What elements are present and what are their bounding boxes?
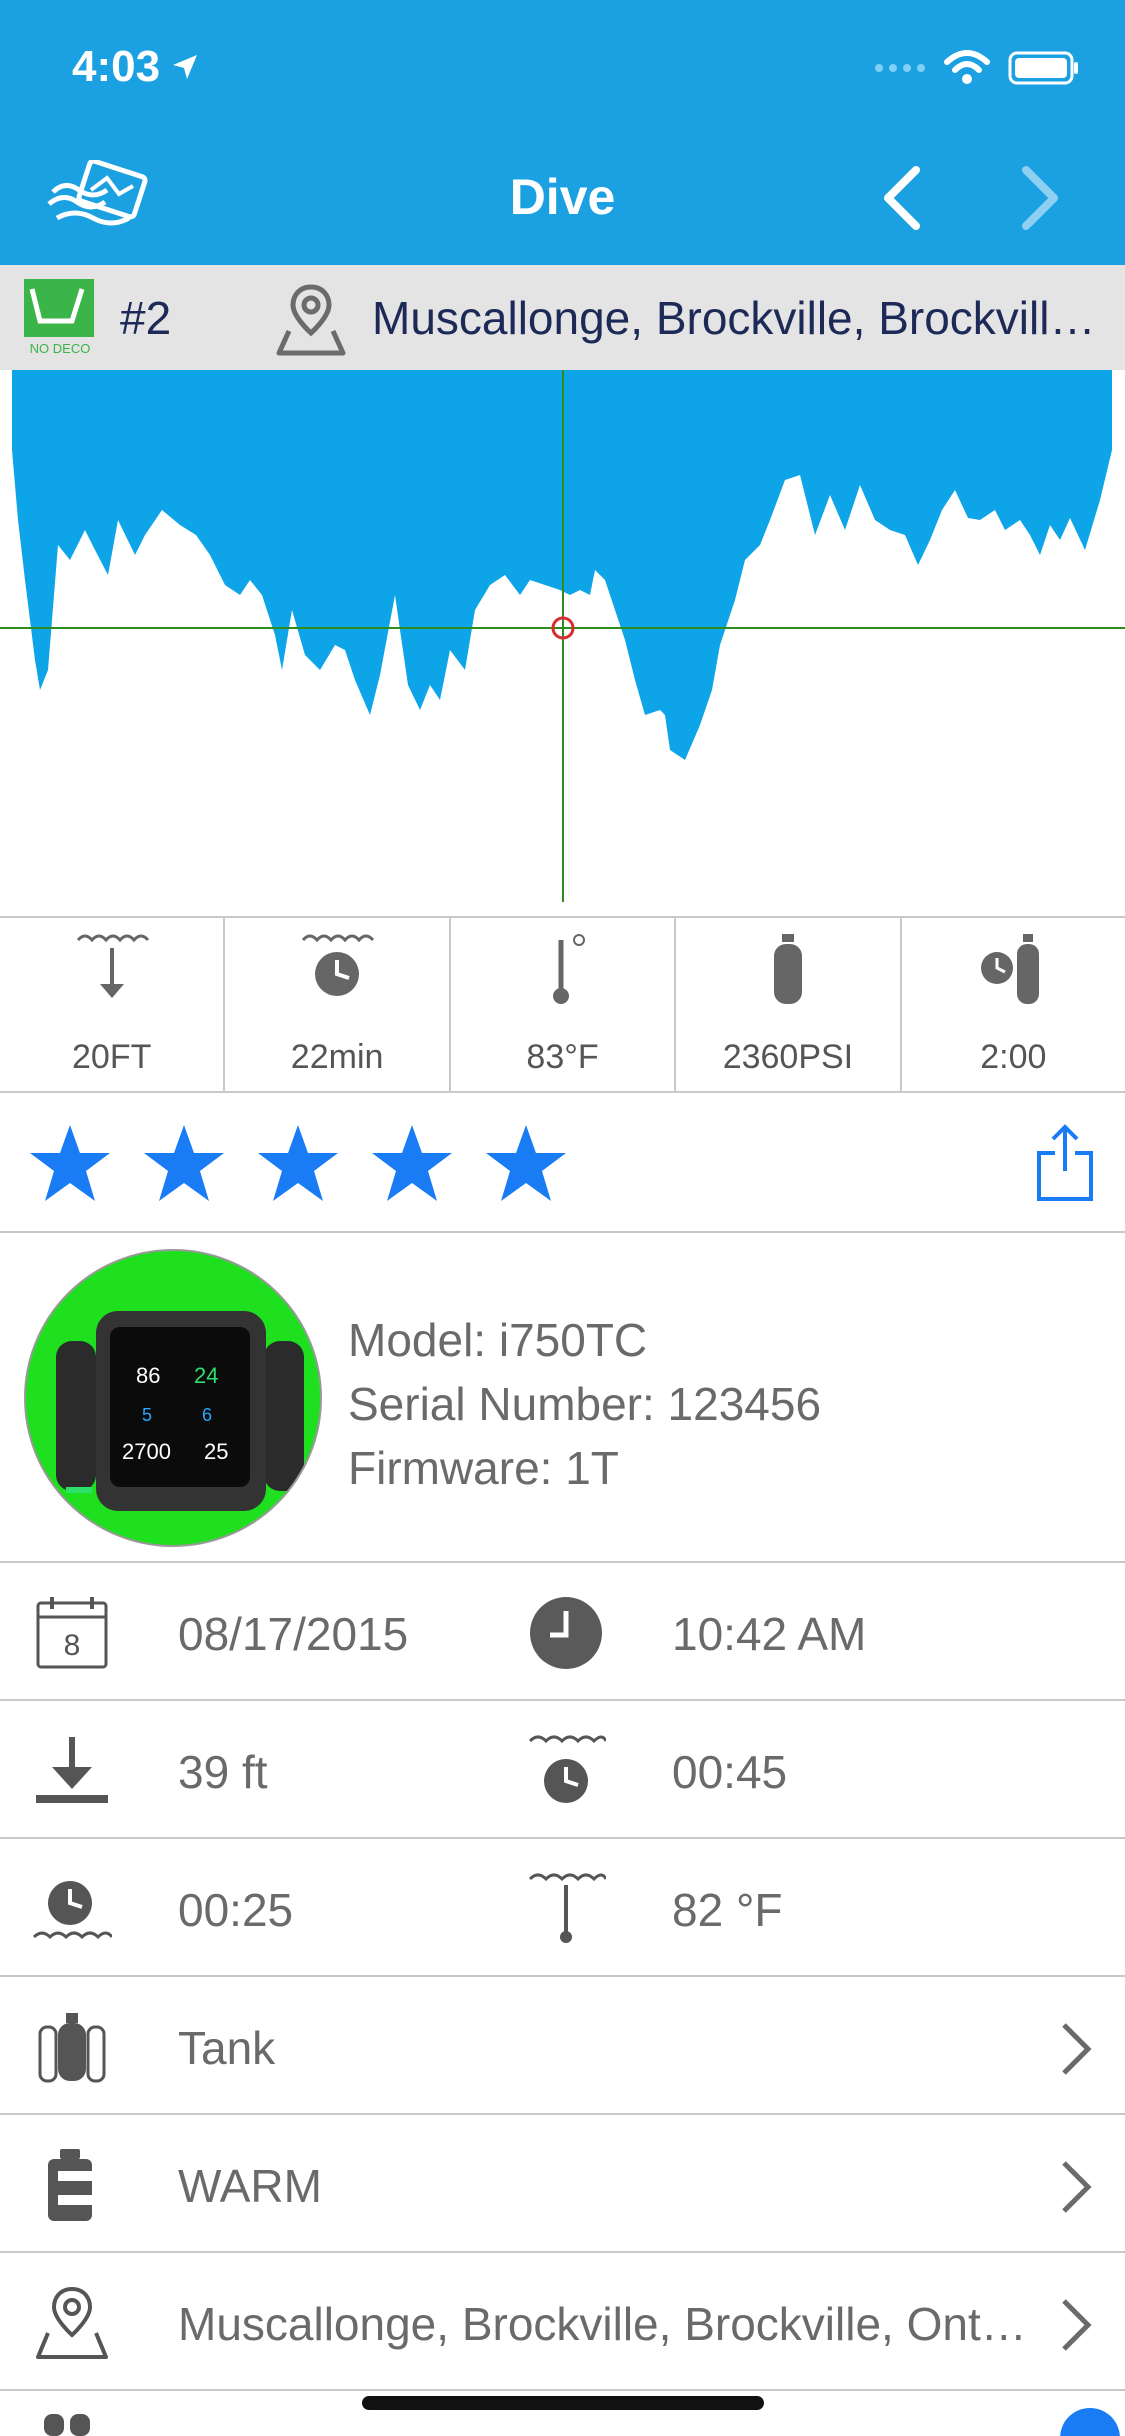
- rating-row: [0, 1093, 1125, 1233]
- stat-dive-time: 22min: [225, 918, 451, 1091]
- surface-temp-row: 00:25 82 °F: [0, 1839, 1125, 1977]
- home-indicator[interactable]: [362, 2396, 764, 2410]
- app-header: 4:03 Dive: [0, 0, 1125, 265]
- dive-time-icon: [301, 934, 375, 996]
- location-arrow-icon: [173, 55, 198, 79]
- stat-temperature: 83°F: [451, 918, 677, 1091]
- dive-date: 08/17/2015: [178, 1608, 409, 1660]
- surface-interval-value: 00:25: [178, 1884, 294, 1936]
- wifi-icon: [944, 50, 990, 84]
- no-deco-label: NO DECO: [30, 341, 91, 356]
- dive-stats-row: 20FT 22min 83°F 2360PSI 2:00: [0, 916, 1125, 1093]
- location-pin-icon: [276, 284, 346, 356]
- dive-computer-card[interactable]: 86 24 5 6 2700 25 Model: i750TC Serial N…: [0, 1233, 1125, 1563]
- exposure-row[interactable]: WARM: [0, 2115, 1125, 2253]
- stat-max-depth-value: 20FT: [72, 1038, 152, 1076]
- tank-pressure-icon: [773, 934, 802, 1004]
- stat-tank-pressure-value: 2360PSI: [722, 1038, 854, 1076]
- date-time-row: 8 08/17/2015 10:42 AM: [0, 1563, 1125, 1701]
- signal-icon: [875, 64, 925, 72]
- depth-bottom-time-row: 39 ft 00:45: [0, 1701, 1125, 1839]
- svg-text:2700: 2700: [122, 1439, 171, 1464]
- buddies-icon: [44, 2414, 90, 2436]
- star-rating[interactable]: [28, 1123, 568, 1203]
- dive-computer-image: 86 24 5 6 2700 25: [56, 1311, 304, 1511]
- status-time: 4:03: [72, 42, 200, 92]
- svg-text:6: 6: [202, 1405, 212, 1425]
- bottom-time-value: 00:45: [672, 1746, 788, 1798]
- surface-interval-icon: [32, 1881, 112, 1940]
- page-title: Dive: [509, 169, 616, 225]
- stat-air-time: 2:00: [902, 918, 1125, 1091]
- no-deco-icon: NO DECO: [24, 279, 94, 356]
- next-dive-chevron-icon[interactable]: [1010, 162, 1070, 234]
- svg-text:25: 25: [204, 1439, 228, 1464]
- floating-action-button[interactable]: [1060, 2404, 1120, 2436]
- device-avatar: 86 24 5 6 2700 25: [24, 1249, 322, 1547]
- svg-text:5: 5: [142, 1405, 152, 1425]
- air-time-icon: [981, 934, 1040, 1004]
- star-icon[interactable]: [484, 1123, 568, 1203]
- tank-label: Tank: [178, 2022, 276, 2074]
- device-info: Model: i750TC Serial Number: 123456 Firm…: [348, 1308, 821, 1500]
- water-temperature-icon: [528, 1873, 606, 1943]
- status-time-text: 4:03: [72, 42, 161, 91]
- device-firmware: Firmware: 1T: [348, 1442, 619, 1494]
- battery-icon: [1008, 51, 1078, 85]
- dive-time: 10:42 AM: [672, 1608, 867, 1660]
- stat-dive-time-value: 22min: [290, 1038, 384, 1076]
- dive-info-bar: NO DECO #2 Muscallonge, Brockville, Broc…: [0, 265, 1125, 370]
- location-pin-icon: [36, 2286, 108, 2359]
- chevron-right-icon: [1062, 2161, 1092, 2213]
- max-depth-value: 39 ft: [178, 1746, 268, 1798]
- stat-max-depth: 20FT: [0, 918, 226, 1091]
- clock-icon: [530, 1597, 602, 1669]
- chevron-right-icon: [1062, 2299, 1092, 2351]
- svg-text:24: 24: [194, 1363, 218, 1388]
- wetsuit-icon: [48, 2149, 92, 2221]
- dive-profile-graph[interactable]: [0, 370, 1125, 916]
- calendar-icon: 8: [36, 1597, 108, 1669]
- calendar-day: 8: [64, 1629, 81, 1662]
- tanks-icon: [38, 2013, 106, 2083]
- exposure-label: WARM: [178, 2160, 322, 2212]
- temperature-icon: [552, 934, 585, 1004]
- previous-dive-chevron-icon[interactable]: [872, 162, 932, 234]
- star-icon[interactable]: [142, 1123, 226, 1203]
- bottom-time-icon: [528, 1735, 606, 1803]
- location-row[interactable]: Muscallonge, Brockville, Brockville, Ont…: [0, 2253, 1125, 2391]
- location-label: Muscallonge, Brockville, Brockville, Ont…: [178, 2298, 1048, 2350]
- stat-air-time-value: 2:00: [980, 1038, 1047, 1076]
- status-indicators: [874, 50, 1080, 86]
- water-temp-value: 82 °F: [672, 1884, 783, 1936]
- star-icon[interactable]: [370, 1123, 454, 1203]
- stat-temperature-value: 83°F: [526, 1038, 599, 1076]
- svg-text:86: 86: [136, 1363, 160, 1388]
- depth-arrow-icon: [36, 1737, 108, 1803]
- device-serial: Serial Number: 123456: [348, 1378, 822, 1430]
- dive-location[interactable]: Muscallonge, Brockville, Brockville, Ont…: [372, 291, 1117, 345]
- stat-tank-pressure: 2360PSI: [676, 918, 902, 1091]
- device-model: Model: i750TC: [348, 1314, 648, 1366]
- tank-row[interactable]: Tank: [0, 1977, 1125, 2115]
- star-icon[interactable]: [256, 1123, 340, 1203]
- chevron-right-icon: [1062, 2023, 1092, 2075]
- dive-number: #2: [120, 292, 172, 344]
- star-icon[interactable]: [28, 1123, 112, 1203]
- max-depth-icon: [76, 934, 149, 998]
- share-icon[interactable]: [1035, 1123, 1095, 1203]
